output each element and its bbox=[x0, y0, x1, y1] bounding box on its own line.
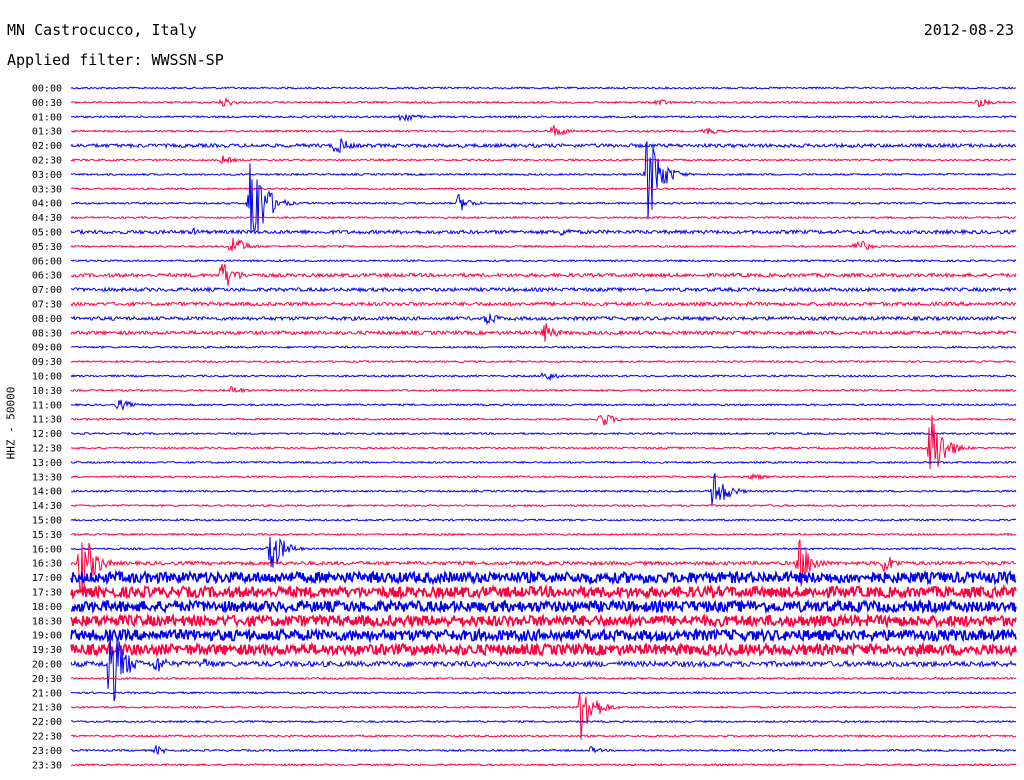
trace-line bbox=[70, 399, 1017, 411]
trace-line bbox=[70, 286, 1017, 294]
trace-line bbox=[70, 762, 1017, 767]
row-time-label: 14:00 bbox=[32, 487, 62, 498]
row-time-label: 22:30 bbox=[32, 732, 62, 743]
row-time-label: 06:00 bbox=[32, 256, 62, 267]
row-time-label: 08:30 bbox=[32, 328, 62, 339]
row-time-label: 12:30 bbox=[32, 444, 62, 455]
trace-line bbox=[70, 359, 1016, 364]
trace-line bbox=[70, 97, 1017, 108]
row-time-label: 10:30 bbox=[32, 386, 62, 397]
trace-line bbox=[70, 155, 1017, 165]
trace-line bbox=[70, 693, 1017, 740]
trace-line bbox=[70, 138, 1017, 153]
trace-line bbox=[70, 227, 1017, 237]
row-time-label: 07:30 bbox=[32, 300, 62, 311]
row-time-label: 05:30 bbox=[32, 242, 62, 253]
row-time-label: 13:00 bbox=[32, 458, 62, 469]
row-time-label: 21:30 bbox=[32, 703, 62, 714]
row-time-label: 23:30 bbox=[32, 760, 62, 771]
trace-line bbox=[70, 734, 1017, 738]
row-time-label: 17:30 bbox=[32, 588, 62, 599]
row-time-label: 04:30 bbox=[32, 213, 62, 224]
row-time-label: 04:00 bbox=[32, 199, 62, 210]
row-time-label: 03:30 bbox=[32, 184, 62, 195]
trace-line bbox=[70, 641, 1017, 658]
row-time-label: 02:00 bbox=[32, 141, 62, 152]
trace-line bbox=[70, 676, 1017, 681]
row-time-label: 19:00 bbox=[32, 631, 62, 642]
row-time-label: 17:00 bbox=[32, 573, 62, 584]
row-time-label: 16:30 bbox=[32, 559, 62, 570]
trace-line bbox=[70, 386, 1017, 394]
row-time-label: 05:00 bbox=[32, 228, 62, 239]
row-time-label: 23:00 bbox=[32, 746, 62, 757]
row-time-label: 10:00 bbox=[32, 372, 62, 383]
trace-line bbox=[70, 612, 1017, 630]
trace-line bbox=[70, 472, 1017, 481]
row-time-label: 09:30 bbox=[32, 357, 62, 368]
row-time-label: 06:30 bbox=[32, 271, 62, 282]
trace-line bbox=[70, 186, 1017, 191]
row-time-label: 18:00 bbox=[32, 602, 62, 613]
row-time-label: 14:30 bbox=[32, 501, 62, 512]
row-time-label: 15:00 bbox=[32, 516, 62, 527]
trace-line bbox=[70, 323, 1017, 343]
row-time-label: 02:30 bbox=[32, 156, 62, 167]
row-time-label: 20:30 bbox=[32, 674, 62, 685]
row-time-label: 03:00 bbox=[32, 170, 62, 181]
row-time-label: 15:30 bbox=[32, 530, 62, 541]
trace-line bbox=[70, 238, 1017, 252]
trace-line bbox=[70, 371, 1017, 382]
row-time-label: 01:30 bbox=[32, 127, 62, 138]
trace-line bbox=[70, 690, 1017, 695]
row-time-label: 09:00 bbox=[32, 343, 62, 354]
trace-line bbox=[70, 414, 1017, 426]
row-time-label: 00:00 bbox=[32, 84, 62, 95]
trace-line bbox=[70, 258, 1017, 263]
trace-line bbox=[70, 114, 1017, 122]
row-time-label: 16:00 bbox=[32, 544, 62, 555]
trace-line bbox=[70, 719, 1016, 724]
trace-line bbox=[70, 141, 1017, 220]
trace-line bbox=[70, 503, 1017, 508]
row-time-label: 18:30 bbox=[32, 616, 62, 627]
trace-line bbox=[70, 313, 1017, 326]
trace-line bbox=[70, 86, 1017, 90]
trace-line bbox=[70, 569, 1017, 586]
trace-line bbox=[70, 460, 1017, 465]
row-time-label: 00:30 bbox=[32, 98, 62, 109]
trace-line bbox=[70, 124, 1017, 136]
row-time-label: 21:00 bbox=[32, 688, 62, 699]
row-time-label: 20:00 bbox=[32, 660, 62, 671]
row-time-label: 11:00 bbox=[32, 400, 62, 411]
trace-line bbox=[70, 532, 1017, 537]
trace-line bbox=[70, 215, 1017, 220]
row-time-label: 12:00 bbox=[32, 429, 62, 440]
trace-line bbox=[70, 518, 1017, 522]
trace-line bbox=[70, 263, 1017, 286]
row-time-label: 11:30 bbox=[32, 415, 62, 426]
trace-line bbox=[70, 300, 1017, 308]
row-time-label: 07:00 bbox=[32, 285, 62, 296]
row-time-label: 01:00 bbox=[32, 112, 62, 123]
trace-line bbox=[70, 627, 1017, 644]
trace-line bbox=[70, 415, 1017, 470]
row-time-label: 08:00 bbox=[32, 314, 62, 325]
trace-line bbox=[70, 431, 1017, 436]
trace-line bbox=[70, 745, 1017, 756]
trace-line bbox=[70, 345, 1017, 350]
helicorder-plot: 00:00 00:30 01:00 01:30 02:00 02:30 03:00 03:30… bbox=[32, 84, 1017, 771]
trace-line bbox=[70, 598, 1017, 615]
row-time-label: 13:30 bbox=[32, 472, 62, 483]
trace-line bbox=[70, 629, 1017, 702]
row-time-label: 19:30 bbox=[32, 645, 62, 656]
row-time-label: 22:00 bbox=[32, 717, 62, 728]
trace-line bbox=[70, 583, 1017, 601]
